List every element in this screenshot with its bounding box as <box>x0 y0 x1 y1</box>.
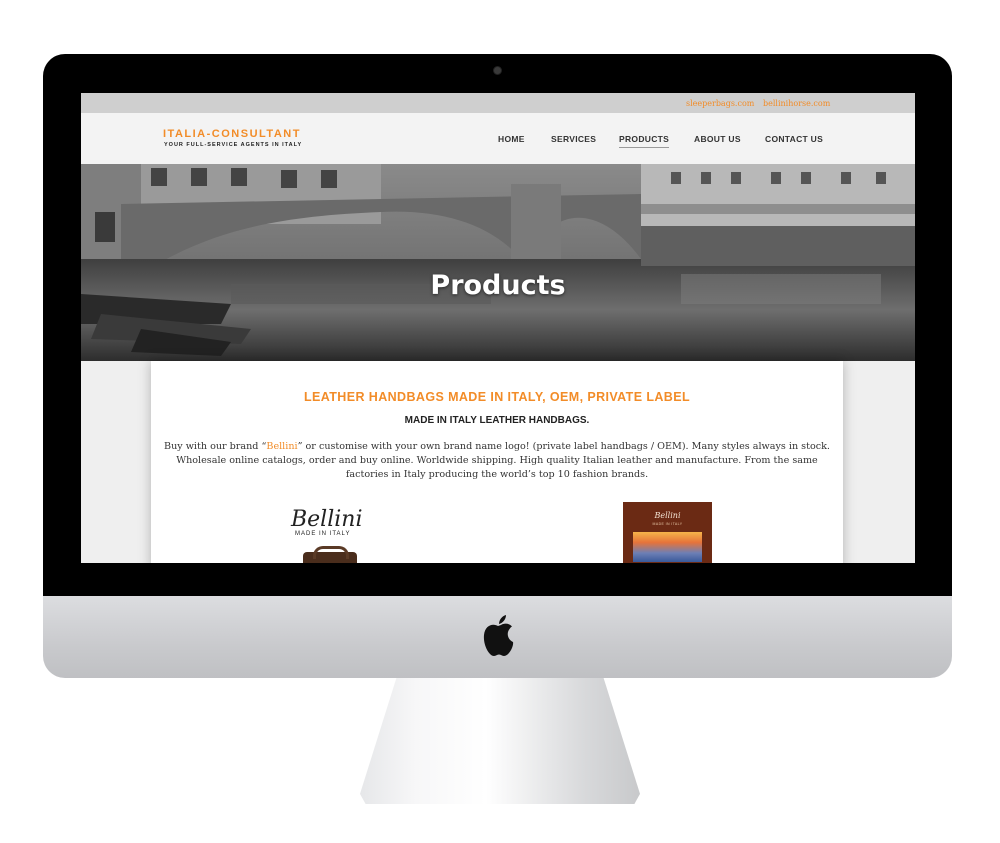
site-header: ITALIA-CONSULTANT YOUR FULL-SERVICE AGEN… <box>81 113 915 164</box>
handbag-image[interactable] <box>303 546 357 563</box>
logo-title[interactable]: ITALIA-CONSULTANT <box>163 128 301 140</box>
catalog-cover-image[interactable]: Bellini MADE IN ITALY <box>623 502 712 563</box>
bellini-logo-name: Bellini <box>291 507 363 532</box>
apple-logo-icon <box>483 615 514 656</box>
monitor-stand <box>360 678 640 804</box>
bellini-logo[interactable]: Bellini MADE IN ITALY <box>291 507 363 538</box>
catalog-cover-photo <box>633 532 702 562</box>
logo-subtitle: YOUR FULL-SERVICE AGENTS IN ITALY <box>164 142 303 148</box>
section-heading: LEATHER HANDBAGS MADE IN ITALY, OEM, PRI… <box>304 390 690 404</box>
section-subheading: MADE IN ITALY LEATHER HANDBAGS. <box>404 415 590 426</box>
content-card: LEATHER HANDBAGS MADE IN ITALY, OEM, PRI… <box>151 361 843 563</box>
catalog-subtitle: MADE IN ITALY <box>652 522 683 526</box>
intro-paragraph: Buy with our brand “Bellini” or customis… <box>163 440 831 482</box>
utility-bar: sleeperbags.com bellinihorse.com <box>81 93 915 113</box>
nav-about-us[interactable]: ABOUT US <box>694 134 741 144</box>
catalog-brand: Bellini <box>654 511 681 520</box>
camera-icon <box>493 66 502 75</box>
nav-products[interactable]: PRODUCTS <box>619 134 670 148</box>
nav-home[interactable]: HOME <box>498 134 525 144</box>
topbar-link-bellinihorse[interactable]: bellinihorse.com <box>763 99 830 108</box>
nav-services[interactable]: SERVICES <box>551 134 596 144</box>
hero-bridge-photo <box>81 164 915 361</box>
intro-text-start: Buy with our brand “ <box>164 441 267 452</box>
topbar-link-sleeperbags[interactable]: sleeperbags.com <box>686 99 754 108</box>
bellini-brand-link[interactable]: Bellini <box>266 441 297 452</box>
nav-contact-us[interactable]: CONTACT US <box>765 134 823 144</box>
browser-screen: sleeperbags.com bellinihorse.com ITALIA-… <box>81 93 915 563</box>
hero-banner: Products <box>81 164 915 361</box>
hero-title: Products <box>430 270 566 301</box>
